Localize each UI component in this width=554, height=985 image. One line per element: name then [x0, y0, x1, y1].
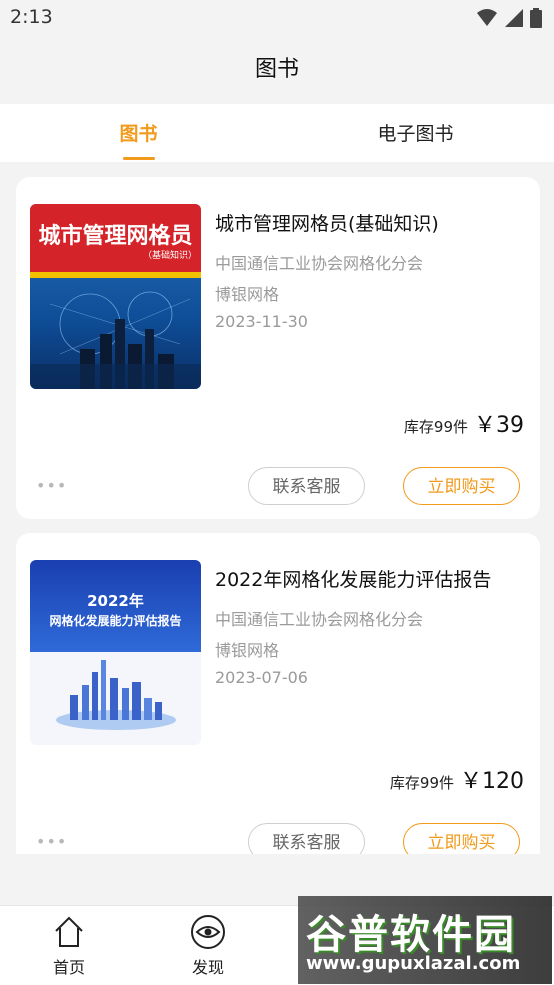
book-cover-title: 2022年 — [87, 592, 144, 610]
contact-service-button[interactable]: 联系客服 — [248, 823, 365, 854]
watermark-logo: 谷普软件园 www.gupuxlazal.com — [298, 896, 552, 984]
book-title[interactable]: 城市管理网格员(基础知识) — [215, 209, 439, 236]
tab-ebooks-label: 电子图书 — [377, 123, 454, 145]
nav-discover-label: 发现 — [191, 958, 224, 977]
battery-icon — [530, 8, 542, 28]
book-cover-image — [30, 560, 201, 745]
price-row: 库存99件 ￥39 — [404, 407, 524, 439]
book-cover[interactable]: 城市管理网格员 （基础知识） — [30, 204, 201, 389]
book-publisher: 中国通信工业协会网格化分会 — [215, 610, 424, 629]
nav-discover[interactable]: 发现 — [168, 914, 248, 978]
nav-home[interactable]: 首页 — [29, 914, 109, 978]
more-options-icon[interactable]: ••• — [36, 832, 67, 851]
tab-books[interactable]: 图书 — [0, 104, 277, 162]
buy-now-button[interactable]: 立即购买 — [403, 467, 520, 505]
eye-icon — [191, 915, 225, 949]
book-cover-title: 城市管理网格员 — [38, 224, 193, 249]
tab-bar: 图书 电子图书 — [0, 104, 554, 162]
page-title: 图书 — [0, 38, 554, 104]
status-time: 2:13 — [10, 6, 53, 28]
tab-books-label: 图书 — [119, 123, 158, 145]
book-date: 2023-11-30 — [215, 312, 308, 331]
book-card[interactable]: 2022年 网格化发展能力评估报告 2022年网格化发展能力评估报告 中国通信工… — [16, 533, 540, 854]
book-cover-subtitle: 网格化发展能力评估报告 — [49, 614, 182, 628]
price-label: ￥120 — [460, 769, 524, 794]
book-author: 博银网格 — [215, 641, 280, 660]
book-title[interactable]: 2022年网格化发展能力评估报告 — [215, 565, 491, 592]
watermark-title: 谷普软件园 — [306, 912, 516, 958]
price-label: ￥39 — [474, 413, 524, 438]
wifi-icon — [477, 9, 497, 26]
book-card[interactable]: 城市管理网格员 （基础知识） 城市管理网格员(基础知识) 中国通信工业协会网格化… — [16, 177, 540, 519]
nav-home-label: 首页 — [52, 958, 85, 977]
watermark-url: www.gupuxlazal.com — [306, 953, 521, 974]
more-options-icon[interactable]: ••• — [36, 476, 67, 495]
book-author: 博银网格 — [215, 285, 280, 304]
book-cover[interactable]: 2022年 网格化发展能力评估报告 — [30, 560, 201, 745]
signal-icon — [505, 9, 523, 27]
book-date: 2023-07-06 — [215, 668, 308, 687]
price-row: 库存99件 ￥120 — [390, 763, 524, 795]
book-list[interactable]: 城市管理网格员 （基础知识） 城市管理网格员(基础知识) 中国通信工业协会网格化… — [0, 162, 554, 854]
book-publisher: 中国通信工业协会网格化分会 — [215, 254, 424, 273]
book-cover-subtitle: （基础知识） — [142, 251, 197, 261]
home-icon — [55, 916, 83, 947]
status-icons — [476, 8, 542, 28]
tab-ebooks[interactable]: 电子图书 — [277, 104, 554, 162]
tab-indicator — [122, 157, 155, 160]
contact-service-button[interactable]: 联系客服 — [248, 467, 365, 505]
stock-label: 库存99件 — [403, 418, 468, 436]
buy-now-button[interactable]: 立即购买 — [403, 823, 520, 854]
stock-label: 库存99件 — [389, 774, 454, 792]
status-bar: 2:13 — [0, 0, 554, 38]
